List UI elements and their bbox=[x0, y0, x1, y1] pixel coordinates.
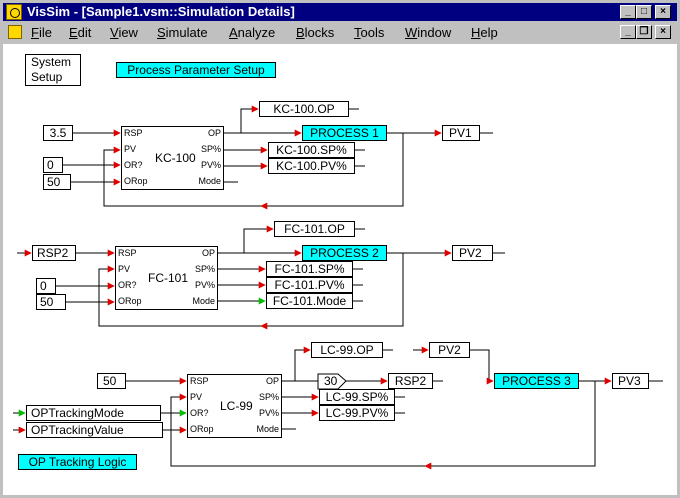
kc100-pv-constant[interactable]: 0 bbox=[43, 157, 63, 173]
fc101-port-orop: ORop bbox=[118, 296, 142, 306]
fc101-op-variable[interactable]: FC-101.OP bbox=[274, 221, 355, 237]
diagram-canvas[interactable]: System Setup Process Parameter Setup 3.5… bbox=[3, 44, 677, 495]
menu-analyze[interactable]: Analyze bbox=[229, 25, 275, 40]
lc99-port-pvpct: PV% bbox=[258, 408, 279, 418]
process-3-block[interactable]: PROCESS 3 bbox=[494, 373, 579, 389]
process-parameter-setup-button[interactable]: Process Parameter Setup bbox=[116, 62, 276, 78]
lc99-port-pv: PV bbox=[190, 392, 203, 402]
kc100-port-mode: Mode bbox=[198, 176, 221, 186]
fc101-mode-variable[interactable]: FC-101.Mode bbox=[266, 293, 353, 309]
kc100-port-pvpct: PV% bbox=[200, 160, 221, 170]
lc99-port-op: OP bbox=[265, 376, 279, 386]
lc99-sp-variable[interactable]: LC-99.SP% bbox=[319, 389, 395, 405]
op-tracking-value-variable[interactable]: OPTrackingValue bbox=[26, 422, 163, 438]
document-icon[interactable] bbox=[8, 25, 22, 39]
lc99-port-orop: ORop bbox=[190, 424, 214, 434]
kc100-port-sp: SP% bbox=[200, 144, 221, 154]
menu-simulate[interactable]: Simulate bbox=[157, 25, 208, 40]
fc101-port-pv: PV bbox=[118, 264, 131, 274]
lc99-port-mode: Mode bbox=[256, 424, 279, 434]
menu-blocks[interactable]: Blocks bbox=[296, 25, 334, 40]
fc101-port-op: OP bbox=[201, 248, 215, 258]
vissim-app-icon[interactable] bbox=[6, 4, 22, 20]
fc101-port-sp: SP% bbox=[194, 264, 215, 274]
fc101-rsp-variable[interactable]: RSP2 bbox=[32, 245, 76, 261]
process-2-block[interactable]: PROCESS 2 bbox=[302, 245, 387, 261]
kc100-sp-variable[interactable]: KC-100.SP% bbox=[268, 142, 355, 158]
kc100-port-orop: ORop bbox=[124, 176, 148, 186]
kc100-block-name: KC-100 bbox=[155, 151, 196, 165]
lc99-port-rsp: RSP bbox=[190, 376, 209, 386]
doc-close-button[interactable]: × bbox=[655, 25, 671, 39]
fc101-pid-block[interactable]: RSP PV OR? ORop OP SP% PV% Mode FC-101 bbox=[115, 246, 218, 310]
fc101-port-mode: Mode bbox=[192, 296, 215, 306]
kc100-port-or: OR? bbox=[124, 160, 143, 170]
pv3-variable[interactable]: PV3 bbox=[612, 373, 649, 389]
process-1-block[interactable]: PROCESS 1 bbox=[302, 125, 387, 141]
fc101-orop-constant[interactable]: 50 bbox=[36, 294, 66, 310]
fc101-pv-constant[interactable]: 0 bbox=[36, 278, 56, 294]
pv2-variable[interactable]: PV2 bbox=[452, 245, 493, 261]
fc101-pv-variable[interactable]: FC-101.PV% bbox=[266, 277, 353, 293]
title-bar[interactable]: VisSim - [Sample1.vsm::Simulation Detail… bbox=[3, 3, 677, 21]
kc100-pid-block[interactable]: RSP PV OR? ORop OP SP% PV% Mode KC-100 bbox=[121, 126, 224, 190]
kc100-port-op: OP bbox=[207, 128, 221, 138]
kc100-port-rsp: RSP bbox=[124, 128, 143, 138]
fc101-sp-variable[interactable]: FC-101.SP% bbox=[266, 261, 353, 277]
lc99-pv-variable[interactable]: LC-99.PV% bbox=[319, 405, 395, 421]
op-tracking-mode-variable[interactable]: OPTrackingMode bbox=[26, 405, 161, 421]
fc101-block-name: FC-101 bbox=[148, 271, 189, 285]
maximize-button[interactable]: □ bbox=[636, 5, 652, 19]
menu-view[interactable]: View bbox=[110, 25, 138, 40]
kc100-port-pv: PV bbox=[124, 144, 137, 154]
close-button[interactable]: × bbox=[655, 5, 671, 19]
kc100-rsp-constant[interactable]: 3.5 bbox=[43, 125, 73, 141]
doc-minimize-button[interactable]: _ bbox=[620, 25, 636, 39]
lc99-op-variable[interactable]: LC-99.OP bbox=[311, 342, 383, 358]
system-setup-button[interactable]: System Setup bbox=[25, 54, 81, 86]
menu-edit[interactable]: Edit bbox=[69, 25, 91, 40]
kc100-op-variable[interactable]: KC-100.OP bbox=[259, 101, 349, 117]
minimize-button[interactable]: _ bbox=[620, 5, 636, 19]
doc-restore-button[interactable]: ❐ bbox=[636, 25, 652, 39]
kc100-pv-variable[interactable]: KC-100.PV% bbox=[268, 158, 355, 174]
menu-window[interactable]: Window bbox=[405, 25, 451, 40]
menu-file[interactable]: File bbox=[31, 25, 52, 40]
menu-tools[interactable]: Tools bbox=[354, 25, 384, 40]
lc99-port-sp: SP% bbox=[258, 392, 279, 402]
pv2-input-variable[interactable]: PV2 bbox=[429, 342, 470, 358]
pv1-variable[interactable]: PV1 bbox=[442, 125, 480, 141]
lc99-block-name: LC-99 bbox=[220, 399, 253, 413]
fc101-port-rsp: RSP bbox=[118, 248, 137, 258]
menu-bar: File Edit View Simulate Analyze Blocks T… bbox=[3, 22, 677, 43]
lc99-pid-block[interactable]: RSP PV OR? ORop OP SP% PV% Mode LC-99 bbox=[187, 374, 282, 438]
menu-help[interactable]: Help bbox=[471, 25, 498, 40]
fc101-port-or: OR? bbox=[118, 280, 137, 290]
kc100-orop-constant[interactable]: 50 bbox=[43, 174, 71, 190]
fc101-port-pvpct: PV% bbox=[194, 280, 215, 290]
lc99-rsp-constant[interactable]: 50 bbox=[97, 373, 126, 389]
window-title: VisSim - [Sample1.vsm::Simulation Detail… bbox=[27, 4, 295, 19]
op-tracking-logic-button[interactable]: OP Tracking Logic bbox=[18, 454, 137, 470]
gain-block-value[interactable]: 30 bbox=[324, 374, 337, 388]
lc99-port-or: OR? bbox=[190, 408, 209, 418]
rsp2-output-variable[interactable]: RSP2 bbox=[388, 373, 433, 389]
